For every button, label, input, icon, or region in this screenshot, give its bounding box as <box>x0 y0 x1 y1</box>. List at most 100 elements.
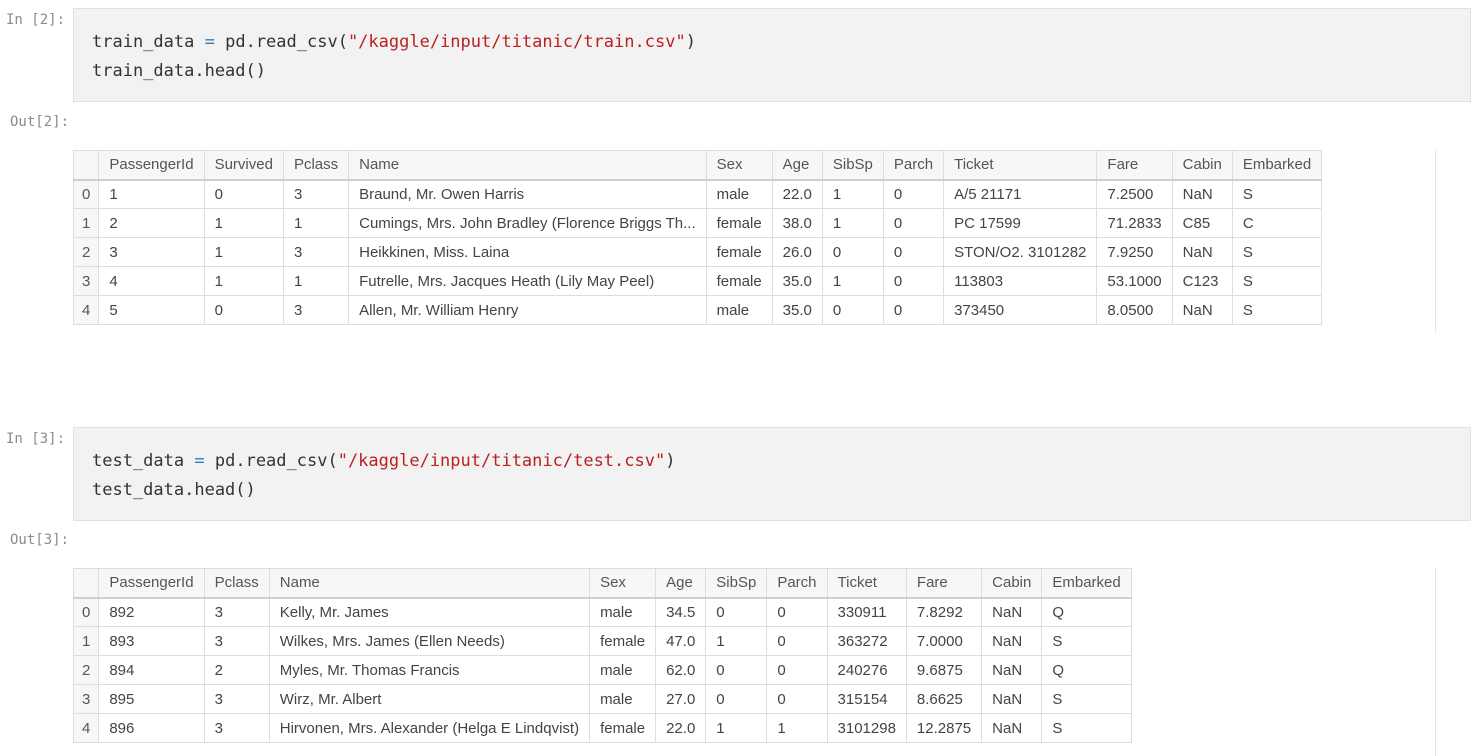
code-input-cell[interactable]: test_data = pd.read_csv("/kaggle/input/t… <box>73 427 1471 521</box>
output-scroll-edge <box>1435 568 1436 756</box>
table-cell: 0 <box>821 237 884 267</box>
table-row: 3 4 1 1 Futrelle, Mrs. Jacques Heath (Lily M… <box>72 266 1323 296</box>
dataframe-output-table: PassengerId Survived Pclass Name Sex Age SibSp… <box>72 150 1323 325</box>
table-cell: Wirz, Mr. Albert <box>268 684 591 714</box>
table-cell: 12.2875 <box>905 713 983 743</box>
table-cell: 71.2833 <box>1096 208 1173 238</box>
table-cell: 7.0000 <box>905 626 983 656</box>
table-cell: 22.0 <box>655 713 707 743</box>
table-row: 1 2 1 1 Cumings, Mrs. John Bradley (Florence… <box>72 208 1323 238</box>
table-cell: 38.0 <box>771 208 823 238</box>
table-cell: 1 <box>98 179 205 209</box>
table-cell: S <box>1041 626 1132 656</box>
row-index-cell: 2 <box>72 237 100 267</box>
table-cell: NaN <box>1171 179 1233 209</box>
table-cell: 240276 <box>826 655 907 685</box>
table-cell: 9.6875 <box>905 655 983 685</box>
table-cell: 1 <box>766 713 828 743</box>
table-cell: Kelly, Mr. James <box>268 597 591 627</box>
code-line: train_data = pd.read_csv("/kaggle/input/… <box>92 32 696 52</box>
table-cell: 3 <box>203 713 270 743</box>
column-header-cell: Sex <box>705 150 773 180</box>
table-cell: NaN <box>981 597 1043 627</box>
column-header-cell: Age <box>655 568 707 598</box>
table-cell: 0 <box>766 626 828 656</box>
table-cell: S <box>1231 266 1323 296</box>
table-cell: female <box>705 237 773 267</box>
table-cell: 0 <box>882 179 945 209</box>
table-cell: 35.0 <box>771 295 823 325</box>
column-header-cell: Embarked <box>1041 568 1132 598</box>
table-cell: 0 <box>882 208 945 238</box>
table-cell: 893 <box>98 626 205 656</box>
table-cell: 7.8292 <box>905 597 983 627</box>
table-cell: PC 17599 <box>943 208 1098 238</box>
table-cell: 3 <box>203 684 270 714</box>
table-cell: 1 <box>282 266 350 296</box>
table-cell: female <box>589 713 657 743</box>
table-cell: 8.6625 <box>905 684 983 714</box>
table-cell: male <box>589 684 657 714</box>
input-prompt: In [3]: <box>6 431 66 447</box>
table-cell: female <box>705 266 773 296</box>
column-header-cell: SibSp <box>821 150 884 180</box>
column-header-cell: PassengerId <box>98 150 205 180</box>
table-cell: 1 <box>203 266 284 296</box>
table-cell: 0 <box>766 655 828 685</box>
table-cell: 2 <box>203 655 270 685</box>
table-cell: male <box>705 179 773 209</box>
table-cell: 1 <box>821 179 884 209</box>
table-cell: 2 <box>98 208 205 238</box>
table-row: 4 896 3 Hirvonen, Mrs. Alexander (Helga E L… <box>72 713 1132 743</box>
table-cell: 894 <box>98 655 205 685</box>
table-cell: 0 <box>766 597 828 627</box>
column-header-cell: Ticket <box>826 568 907 598</box>
row-index-cell: 0 <box>72 179 100 209</box>
table-cell: 3101298 <box>826 713 907 743</box>
table-row: 0 1 0 3 Braund, Mr. Owen Harris male 22.0 1 0 A/5… <box>72 179 1323 209</box>
code-input-cell[interactable]: train_data = pd.read_csv("/kaggle/input/… <box>73 8 1471 102</box>
table-row: 2 894 2 Myles, Mr. Thomas Francis male 62.0 0 0… <box>72 655 1132 685</box>
table-cell: C123 <box>1171 266 1233 296</box>
table-cell: NaN <box>981 713 1043 743</box>
code-line: test_data.head() <box>92 480 256 500</box>
table-cell: female <box>589 626 657 656</box>
table-cell: Cumings, Mrs. John Bradley (Florence Bri… <box>348 208 707 238</box>
column-header-cell: Ticket <box>943 150 1098 180</box>
column-header-cell: Age <box>771 150 823 180</box>
table-cell: A/5 21171 <box>943 179 1098 209</box>
table-cell: 7.9250 <box>1096 237 1173 267</box>
index-header-cell <box>72 150 100 180</box>
table-cell: 3 <box>282 179 350 209</box>
table-cell: 0 <box>882 266 945 296</box>
table-cell: 895 <box>98 684 205 714</box>
dataframe-output-table: PassengerId Pclass Name Sex Age SibSp Parch Tic… <box>72 568 1132 743</box>
table-cell: NaN <box>1171 295 1233 325</box>
column-header-cell: Cabin <box>1171 150 1233 180</box>
column-header-cell: Fare <box>905 568 983 598</box>
table-cell: Futrelle, Mrs. Jacques Heath (Lily May P… <box>348 266 707 296</box>
table-cell: 896 <box>98 713 205 743</box>
table-cell: 1 <box>821 266 884 296</box>
table-cell: 3 <box>282 237 350 267</box>
table-cell: 1 <box>282 208 350 238</box>
column-header-cell: Cabin <box>981 568 1043 598</box>
table-cell: male <box>589 597 657 627</box>
table-cell: 363272 <box>826 626 907 656</box>
column-header-cell: Pclass <box>203 568 270 598</box>
index-header-cell <box>72 568 100 598</box>
table-cell: 0 <box>882 237 945 267</box>
table-cell: 35.0 <box>771 266 823 296</box>
input-prompt: In [2]: <box>6 12 66 28</box>
table-cell: NaN <box>981 684 1043 714</box>
table-cell: 1 <box>705 713 768 743</box>
table-cell: 5 <box>98 295 205 325</box>
table-cell: 0 <box>203 179 284 209</box>
column-header-cell: Embarked <box>1231 150 1323 180</box>
row-index-cell: 4 <box>72 713 100 743</box>
table-cell: 4 <box>98 266 205 296</box>
table-cell: NaN <box>981 626 1043 656</box>
table-cell: 0 <box>705 597 768 627</box>
table-cell: 315154 <box>826 684 907 714</box>
table-cell: Braund, Mr. Owen Harris <box>348 179 707 209</box>
